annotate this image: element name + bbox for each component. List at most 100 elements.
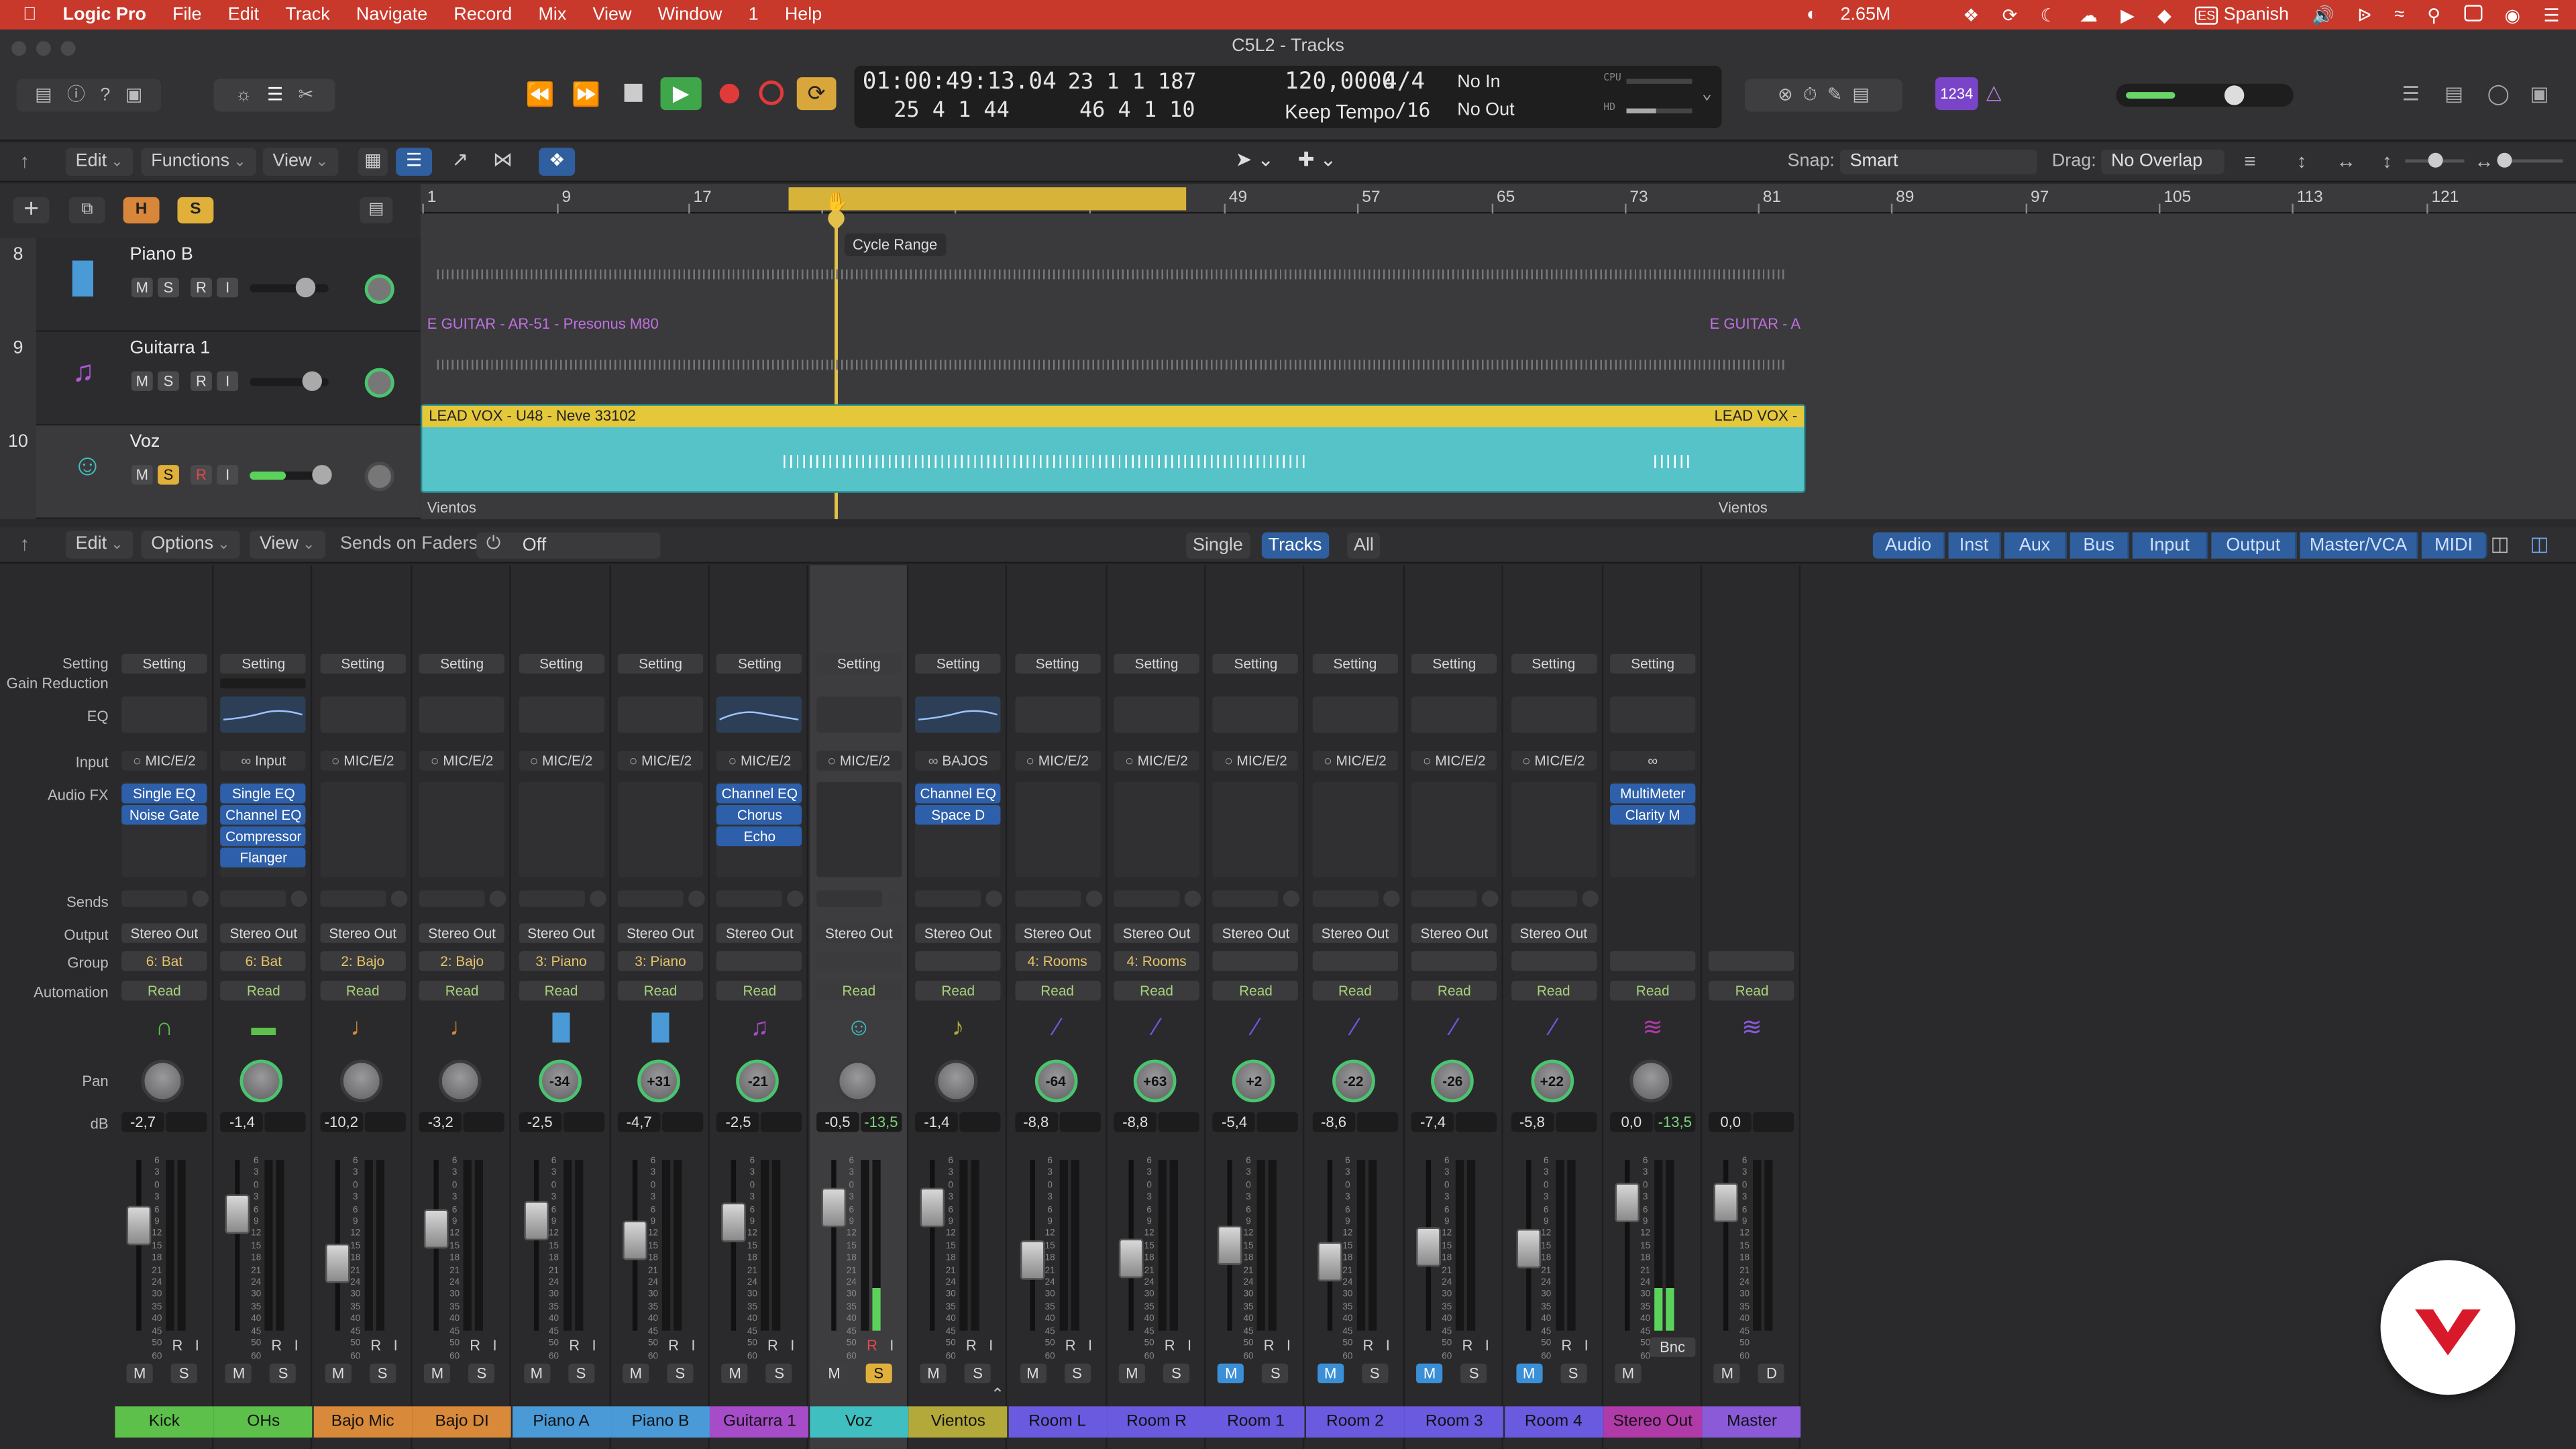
volume-readout[interactable]: 0,0 [1610, 1112, 1653, 1132]
output-button[interactable]: Stereo Out [816, 923, 902, 943]
channel-strip-guitarra-1[interactable]: Setting ○ MIC/E/2 Channel EQ Chorus Echo Ster… [710, 565, 809, 1449]
play-circle-icon[interactable]: ▶ [2121, 4, 2135, 25]
menu-edit[interactable]: Edit [228, 5, 259, 24]
channel-strip-master[interactable]: Read ≋ 0,0 6 3 0 3 6 9 12 15 18 21 24 30 35 40 45 50 60 M D Ma… [1703, 565, 1802, 1449]
group-slot[interactable] [1610, 951, 1696, 971]
setting-button[interactable]: Setting [1213, 653, 1299, 674]
count-in-badge[interactable]: 1234 [1935, 77, 1978, 111]
menu-mix[interactable]: Mix [538, 5, 566, 24]
volume-fader[interactable] [225, 1194, 251, 1234]
setting-button[interactable]: Setting [915, 653, 1001, 674]
track-name-label[interactable]: Piano A [512, 1406, 611, 1438]
track-record-enable-button[interactable]: R [191, 465, 212, 485]
pan-knob[interactable] [339, 1059, 383, 1103]
group-slot[interactable] [1709, 951, 1795, 971]
input-monitor-button[interactable]: I [1082, 1337, 1098, 1353]
setting-button[interactable]: Setting [716, 653, 803, 674]
group-slot[interactable]: 4: Rooms [1114, 951, 1199, 971]
pan-knob[interactable]: +63 [1133, 1059, 1177, 1103]
solo-button[interactable]: S [270, 1363, 297, 1384]
record-enable-button[interactable]: R [169, 1337, 185, 1353]
send-knob[interactable] [490, 890, 506, 907]
volume-readout[interactable]: -5,8 [1511, 1112, 1554, 1132]
solo-button[interactable]: S [1460, 1363, 1487, 1384]
mic-icon[interactable]: ∕ [1338, 1012, 1371, 1045]
mute-button[interactable]: M [1317, 1363, 1344, 1384]
menu-track[interactable]: Track [285, 5, 329, 24]
record-enable-button[interactable]: R [765, 1337, 781, 1353]
menu-app[interactable]: Logic Pro [63, 5, 146, 24]
volume-fader[interactable] [623, 1220, 647, 1260]
mute-button[interactable]: M [424, 1363, 451, 1384]
filter-bus-button[interactable]: Bus [2070, 532, 2129, 559]
input-monitor-button[interactable]: I [685, 1337, 701, 1353]
mute-button[interactable]: M [1118, 1363, 1145, 1384]
cymbal-icon[interactable]: ▬ [247, 1012, 280, 1045]
menu-record[interactable]: Record [453, 5, 512, 24]
volume-fader[interactable] [523, 1201, 548, 1240]
track-name[interactable]: Piano B [129, 245, 193, 264]
volume-fader[interactable] [1615, 1183, 1640, 1223]
peak-readout[interactable]: -13,5 [860, 1112, 902, 1132]
volume-fader[interactable] [1019, 1240, 1044, 1280]
input-monitor-button[interactable]: I [189, 1337, 205, 1353]
output-button[interactable]: Stereo Out [320, 923, 406, 943]
volume-fader[interactable] [1317, 1242, 1342, 1282]
track-name-label[interactable]: Guitarra 1 [710, 1406, 809, 1438]
eq-thumbnail[interactable] [1511, 696, 1597, 733]
record-icon[interactable] [719, 83, 740, 104]
channel-strip-room-1[interactable]: Setting ○ MIC/E/2 Stereo Out Read ∕ +2 -5,4 6 3 0… [1206, 565, 1305, 1449]
record-enable-button[interactable]: R [1558, 1337, 1574, 1353]
input-monitor-button[interactable]: I [1578, 1337, 1594, 1353]
setting-button[interactable]: Setting [1312, 653, 1398, 674]
pan-knob[interactable]: +2 [1232, 1059, 1276, 1103]
capture-record-icon[interactable] [759, 80, 784, 105]
notepad-icon[interactable]: ▤ [2445, 82, 2463, 105]
pan-knob[interactable]: -34 [538, 1059, 581, 1103]
record-enable-button[interactable]: R [864, 1337, 880, 1353]
mute-button[interactable]: M [1714, 1363, 1741, 1384]
send-knob[interactable] [886, 890, 904, 907]
region-vientos-label[interactable]: Vientos [427, 499, 476, 515]
input-slot[interactable]: ○ MIC/E/2 [1014, 751, 1100, 771]
volume-fader[interactable] [1515, 1228, 1541, 1269]
track-name-label[interactable]: Bajo Mic [313, 1406, 413, 1438]
flex-icon[interactable]: ⋈ [493, 148, 513, 170]
quick-help-icon[interactable]: ? [100, 85, 110, 105]
send-slot[interactable] [716, 890, 783, 907]
play-button[interactable]: ▶ [660, 77, 702, 111]
pan-knob[interactable]: -21 [737, 1059, 780, 1103]
peak-readout[interactable]: -13,5 [1654, 1112, 1696, 1132]
track-volume-slider[interactable] [250, 277, 329, 298]
send-knob[interactable] [1283, 890, 1301, 907]
input-slot[interactable]: ○ MIC/E/2 [1312, 751, 1398, 771]
waveform-icon[interactable]: ≋ [1735, 1012, 1768, 1045]
violin-icon[interactable]: ♩ [445, 1012, 478, 1045]
pan-knob[interactable] [439, 1059, 482, 1103]
input-slot[interactable]: ○ MIC/E/2 [320, 751, 406, 771]
bar-ruler[interactable]: 191725334149576573818997105113121 [420, 184, 2576, 214]
inspector-icon[interactable]: ⓘ [67, 85, 85, 105]
track-name-label[interactable]: Master [1703, 1406, 1802, 1438]
automation-mode-button[interactable]: Read [1411, 981, 1497, 1001]
record-enable-button[interactable]: R [566, 1337, 582, 1353]
input-slot[interactable]: ○ MIC/E/2 [419, 751, 505, 771]
peak-readout[interactable] [1555, 1112, 1597, 1132]
peak-readout[interactable] [1754, 1112, 1795, 1132]
lcd-dropdown-icon[interactable]: ⌄ [1702, 85, 1712, 103]
automation-mode-button[interactable]: Read [1014, 981, 1100, 1001]
send-slot[interactable] [1114, 890, 1180, 907]
piano-icon[interactable]: █ [644, 1012, 677, 1045]
output-button[interactable]: Stereo Out [1411, 923, 1497, 943]
setting-button[interactable]: Setting [1610, 653, 1696, 674]
view-single-button[interactable]: Single [1186, 532, 1250, 559]
peak-readout[interactable] [265, 1112, 307, 1132]
snap-select[interactable]: Smart [1839, 149, 2037, 174]
score-icon[interactable]: ▤ [1852, 85, 1869, 105]
rewind-icon[interactable]: ⏪ [526, 80, 555, 109]
automation-mode-button[interactable]: Read [1709, 981, 1795, 1001]
eq-thumbnail[interactable] [1213, 696, 1299, 733]
peak-readout[interactable] [661, 1112, 704, 1132]
automation-mode-button[interactable]: Read [1114, 981, 1199, 1001]
solo-button[interactable]: S [568, 1363, 594, 1384]
